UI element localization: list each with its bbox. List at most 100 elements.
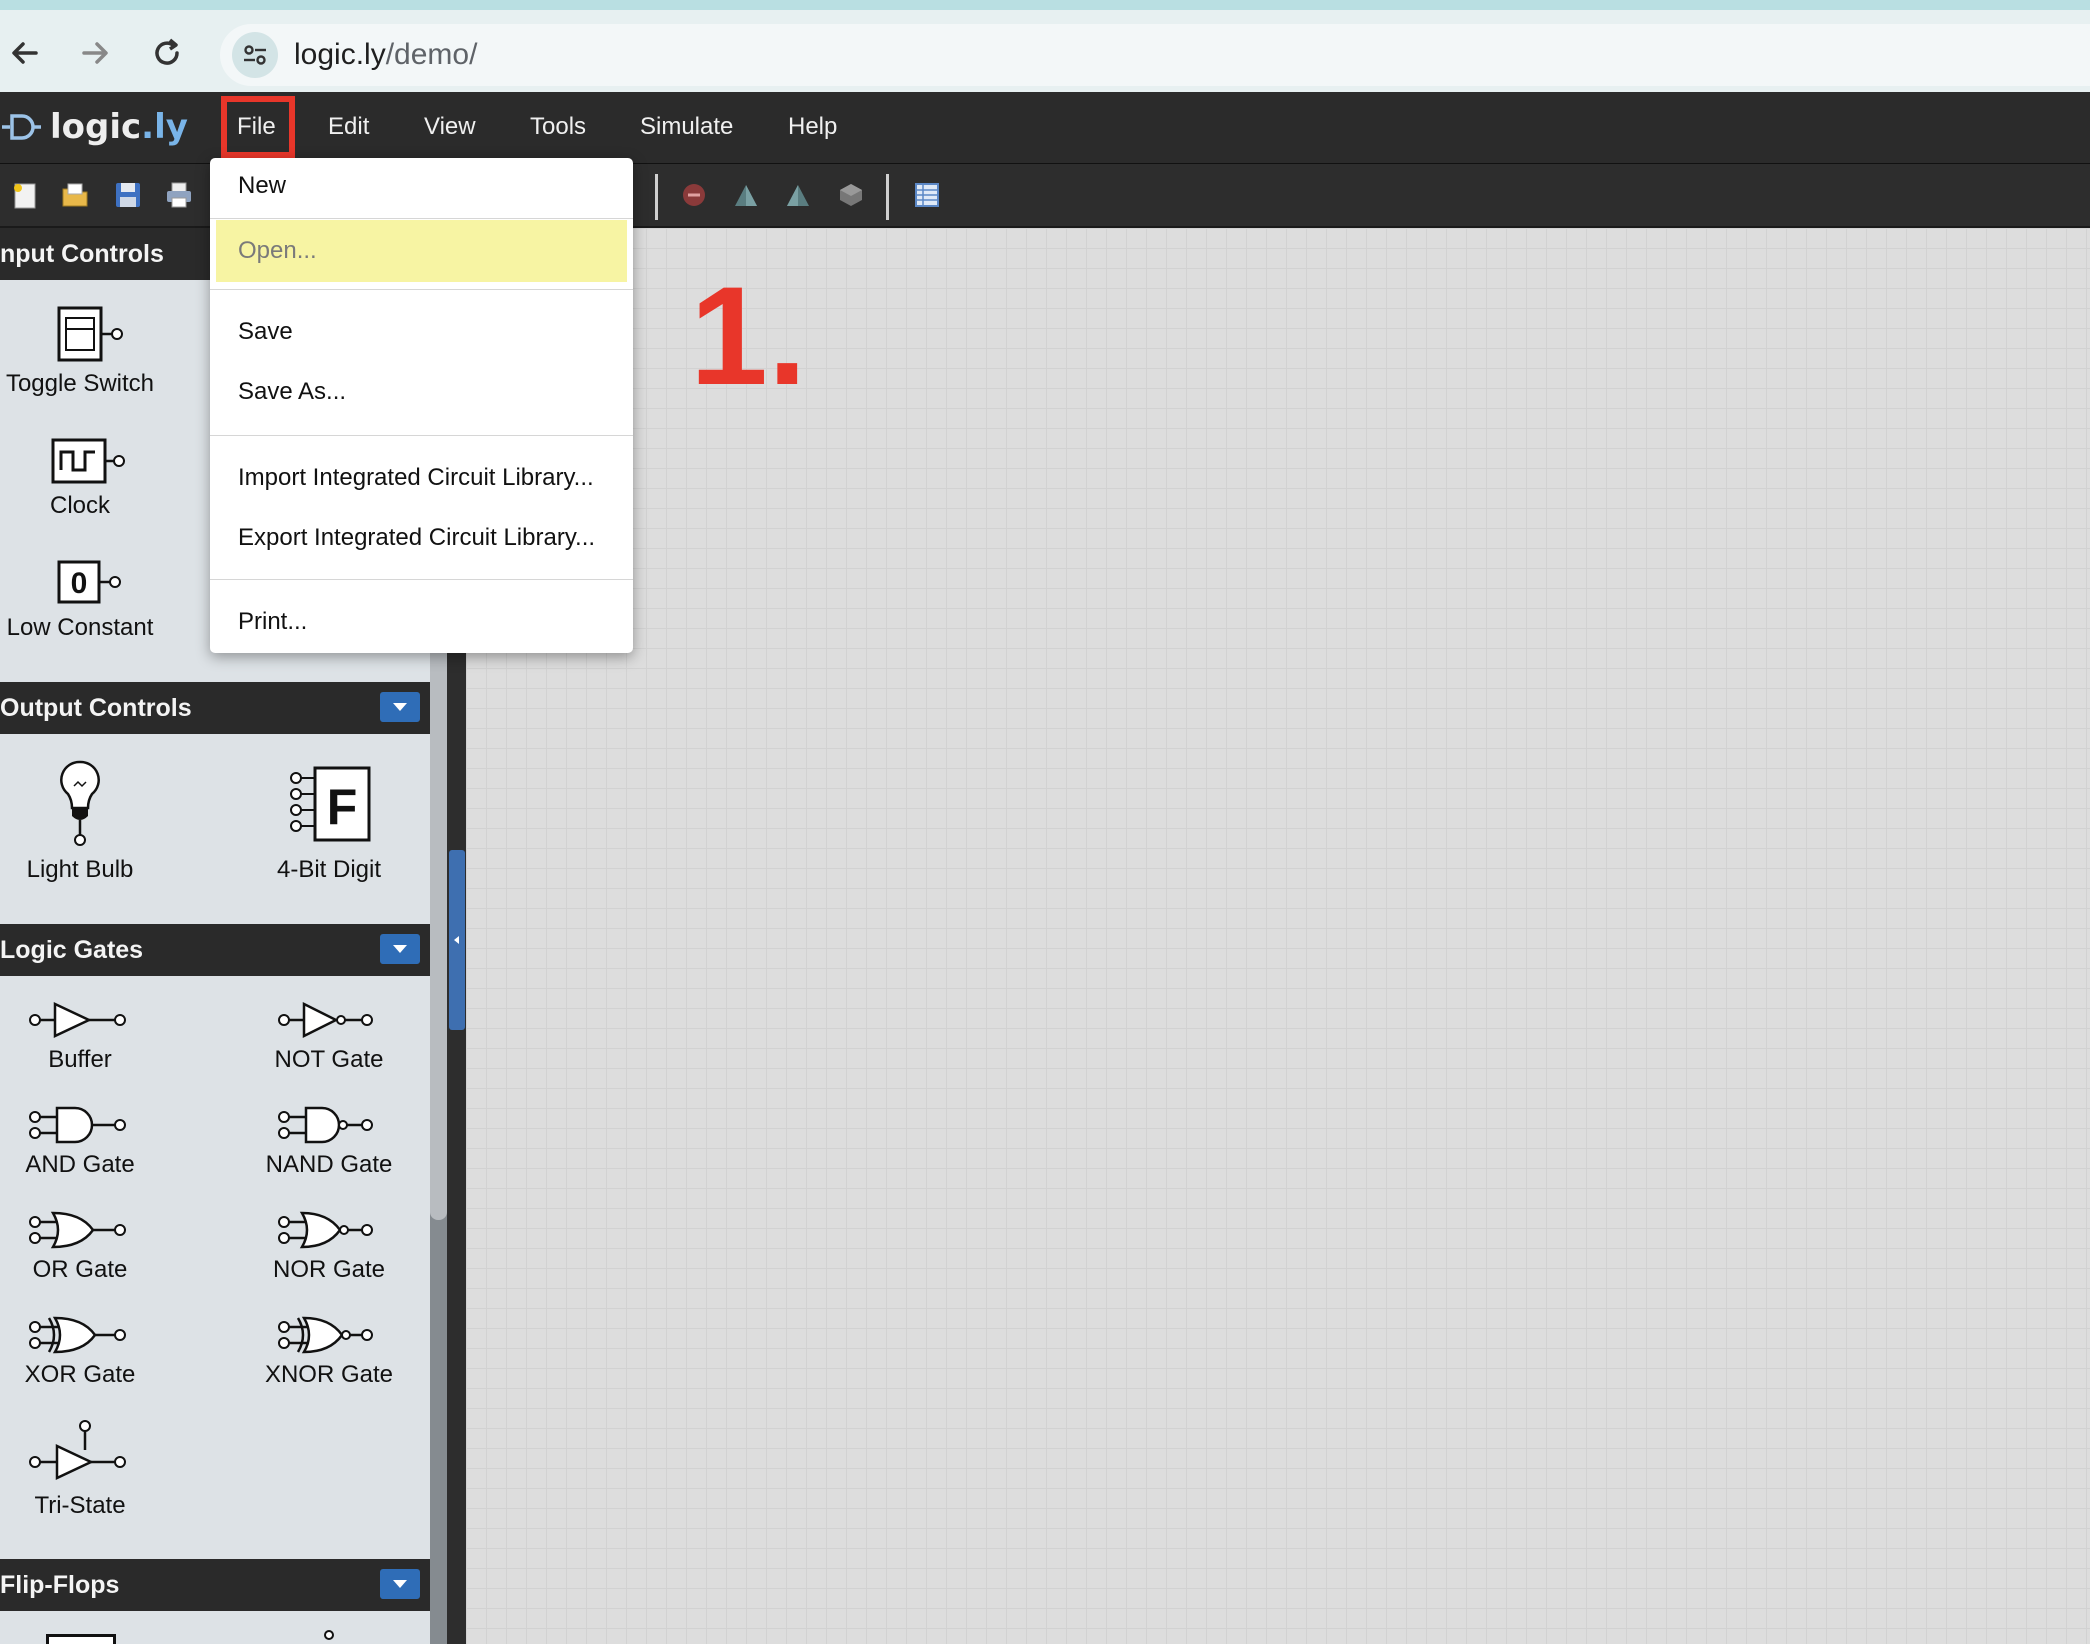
menu-item-open[interactable]: Open... <box>216 220 627 282</box>
tool-not-gate[interactable]: NOT Gate <box>229 1000 429 1074</box>
or-gate-icon <box>29 1211 126 1249</box>
menu-separator <box>210 435 633 436</box>
tool-label: Toggle Switch <box>5 370 155 397</box>
tool-label: NAND Gate <box>265 1151 393 1178</box>
tool-xnor-gate[interactable]: XNOR Gate <box>229 1315 429 1389</box>
tool-label: Buffer <box>48 1046 112 1073</box>
section-flip-flops[interactable]: Flip-Flops <box>0 1559 430 1611</box>
rotate-right-icon[interactable] <box>783 180 813 210</box>
delete-icon[interactable] <box>679 180 709 210</box>
tool-label: AND Gate <box>25 1151 135 1178</box>
xor-gate-icon <box>29 1316 126 1354</box>
tool-clock[interactable]: Clock <box>0 436 180 520</box>
menu-simulate[interactable]: Simulate <box>640 109 733 145</box>
not-gate-icon <box>278 1001 373 1039</box>
reload-button[interactable] <box>142 28 192 78</box>
menu-separator <box>210 289 633 290</box>
section-collapse-button[interactable] <box>380 692 420 722</box>
tool-label: NOT Gate <box>274 1046 384 1073</box>
section-collapse-button[interactable] <box>380 1569 420 1599</box>
tool-label: NOR Gate <box>272 1256 386 1283</box>
tool-nand-gate[interactable]: NAND Gate <box>229 1105 429 1179</box>
section-collapse-button[interactable] <box>380 934 420 964</box>
toolbar-separator <box>655 174 658 220</box>
svg-text:F: F <box>327 779 358 835</box>
svg-text:0: 0 <box>71 567 88 600</box>
section-title: Logic Gates <box>0 936 144 964</box>
tool-tri-state[interactable]: Tri-State <box>0 1420 180 1520</box>
tool-xor-gate[interactable]: XOR Gate <box>0 1315 180 1389</box>
tool-label: Tri-State <box>34 1492 126 1519</box>
new-file-icon[interactable] <box>10 180 40 210</box>
menu-help[interactable]: Help <box>788 109 837 145</box>
file-dropdown-menu: New Open... Save Save As... Import Integ… <box>210 158 633 653</box>
menu-item-import-ic-library[interactable]: Import Integrated Circuit Library... <box>210 450 633 506</box>
tool-label: OR Gate <box>32 1256 128 1283</box>
tool-label: Low Constant <box>6 614 154 641</box>
tool-or-gate[interactable]: OR Gate <box>0 1210 180 1284</box>
site-settings-icon[interactable] <box>232 32 278 78</box>
light-bulb-icon <box>60 760 100 846</box>
save-disk-icon[interactable] <box>113 180 143 210</box>
collapse-arrow-icon <box>454 936 459 944</box>
tool-buffer[interactable]: Buffer <box>0 1000 180 1074</box>
truth-table-icon[interactable] <box>912 180 942 210</box>
app-menubar: logic.ly File Edit View Tools Simulate H… <box>0 92 2090 164</box>
clock-icon <box>51 438 125 484</box>
tool-and-gate[interactable]: AND Gate <box>0 1105 180 1179</box>
tool-low-constant[interactable]: 0 Low Constant <box>0 558 180 642</box>
back-button[interactable] <box>0 28 50 78</box>
and-gate-icon <box>29 1106 126 1144</box>
browser-toolbar: logic.ly/demo/ <box>0 0 2090 92</box>
chevron-down-icon <box>393 703 407 711</box>
print-icon[interactable] <box>164 180 194 210</box>
logicly-logo: logic.ly <box>0 102 188 152</box>
menu-item-save[interactable]: Save <box>210 304 633 360</box>
nand-gate-icon <box>278 1106 373 1144</box>
menu-separator <box>210 218 633 219</box>
tool-toggle-switch[interactable]: Toggle Switch <box>0 304 180 398</box>
open-folder-icon[interactable] <box>60 180 90 210</box>
chip-icon[interactable] <box>836 180 866 210</box>
menu-item-export-ic-library[interactable]: Export Integrated Circuit Library... <box>210 510 633 566</box>
tool-label: Clock <box>49 492 110 519</box>
menu-edit[interactable]: Edit <box>328 109 369 145</box>
tool-label: Light Bulb <box>26 856 134 883</box>
tool-nor-gate[interactable]: NOR Gate <box>229 1210 429 1284</box>
section-logic-gates[interactable]: Logic Gates <box>0 924 430 976</box>
section-output-controls[interactable]: Output Controls <box>0 682 430 734</box>
toggle-switch-icon <box>57 306 123 362</box>
circuit-canvas[interactable] <box>466 228 2090 1644</box>
flip-flop-pin-partial <box>324 1630 334 1640</box>
flip-flop-icon-partial <box>46 1634 116 1644</box>
tool-label: XOR Gate <box>24 1361 136 1388</box>
chevron-down-icon <box>393 1580 407 1588</box>
rotate-left-icon[interactable] <box>731 180 761 210</box>
menu-file[interactable]: File <box>237 109 276 145</box>
address-bar[interactable]: logic.ly/demo/ <box>220 24 2090 86</box>
logo-gate-icon <box>2 114 41 140</box>
menu-item-save-as[interactable]: Save As... <box>210 364 633 420</box>
menu-item-new[interactable]: New <box>210 158 633 214</box>
menu-view[interactable]: View <box>424 109 476 145</box>
low-constant-icon: 0 <box>57 560 121 604</box>
menu-tools[interactable]: Tools <box>530 109 586 145</box>
section-title: nput Controls <box>0 240 164 268</box>
tool-light-bulb[interactable]: Light Bulb <box>0 758 180 884</box>
chevron-down-icon <box>393 945 407 953</box>
collapse-palette-handle[interactable] <box>449 850 465 1030</box>
tool-4-bit-digit[interactable]: F 4-Bit Digit <box>229 764 429 884</box>
step-annotation: 1. <box>690 257 807 414</box>
menu-item-print[interactable]: Print... <box>210 594 633 650</box>
xnor-gate-icon <box>278 1316 373 1354</box>
nor-gate-icon <box>278 1211 373 1249</box>
forward-arrow-icon <box>82 42 108 64</box>
buffer-gate-icon <box>29 1002 126 1038</box>
section-title: Flip-Flops <box>0 1571 120 1599</box>
forward-button[interactable] <box>70 28 120 78</box>
digit-display-icon: F <box>290 766 371 842</box>
url-host: logic.ly <box>294 38 386 71</box>
logo-text: logic.ly <box>50 107 188 147</box>
menu-separator <box>210 579 633 580</box>
tri-state-icon <box>29 1420 126 1480</box>
